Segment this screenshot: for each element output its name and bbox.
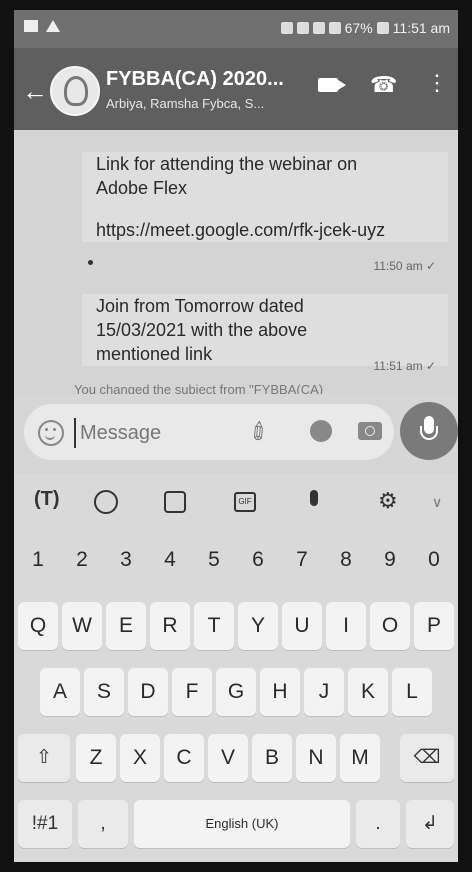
message-input[interactable] — [74, 418, 222, 448]
comma-key[interactable]: , — [78, 800, 128, 848]
status-left — [24, 20, 60, 32]
key[interactable]: 4 — [150, 536, 190, 584]
phone-screen: 67% 11:51 am ← FYBBA(CA) 2020... Arbiya,… — [14, 10, 458, 862]
key[interactable]: N — [296, 734, 336, 782]
camera-icon[interactable] — [358, 422, 382, 440]
key[interactable]: E — [106, 602, 146, 650]
key[interactable]: O — [370, 602, 410, 650]
nfc-icon — [312, 22, 325, 34]
keyboard-toolbar: (T) GIF ⚙ ∨ — [14, 474, 458, 530]
key[interactable]: W — [62, 602, 102, 650]
voice-input-icon[interactable] — [310, 490, 318, 506]
key[interactable]: C — [164, 734, 204, 782]
message-text: Link for attending the webinar on Adobe … — [96, 154, 362, 198]
status-bar: 67% 11:51 am — [14, 10, 458, 48]
key[interactable]: 6 — [238, 536, 278, 584]
key[interactable]: I — [326, 602, 366, 650]
warning-icon — [46, 20, 60, 32]
enter-key-icon[interactable]: ↲ — [406, 800, 454, 848]
backspace-key-icon[interactable]: ⌫ — [400, 734, 454, 782]
qwerty-row: Q W E R T Y U I O P — [14, 602, 458, 652]
key[interactable]: A — [40, 668, 80, 716]
shift-key-icon[interactable]: ⇧ — [18, 734, 70, 782]
more-options-icon[interactable]: ⋮ — [426, 70, 448, 96]
emoji-icon[interactable] — [38, 420, 64, 446]
key[interactable]: 3 — [106, 536, 146, 584]
key[interactable]: T — [194, 602, 234, 650]
phone-call-icon[interactable]: ☎ — [370, 72, 397, 98]
key[interactable]: G — [216, 668, 256, 716]
key[interactable]: V — [208, 734, 248, 782]
key[interactable]: L — [392, 668, 432, 716]
key[interactable]: 9 — [370, 536, 410, 584]
shift-row: ⇧ Z X C V B N M ⌫ — [14, 734, 458, 784]
battery-percent: 67% — [344, 20, 373, 36]
signal-icon — [328, 22, 341, 34]
key[interactable]: Z — [76, 734, 116, 782]
chat-header: ← FYBBA(CA) 2020... Arbiya, Ramsha Fybca… — [14, 48, 458, 130]
status-right: 67% 11:51 am — [280, 20, 450, 36]
key[interactable]: Q — [18, 602, 58, 650]
key[interactable]: S — [84, 668, 124, 716]
sticker-icon[interactable] — [164, 491, 186, 513]
symbols-key[interactable]: !#1 — [18, 800, 72, 848]
collapse-chevron-icon[interactable]: ∨ — [432, 494, 442, 511]
message-bubble[interactable]: Link for attending the webinar on Adobe … — [82, 152, 448, 273]
message-text: Join from Tomorrow dated 15/03/2021 with… — [96, 296, 313, 364]
key[interactable]: H — [260, 668, 300, 716]
key[interactable]: 1 — [18, 536, 58, 584]
key[interactable]: 8 — [326, 536, 366, 584]
clock: 11:51 am — [392, 20, 450, 36]
key[interactable]: R — [150, 602, 190, 650]
battery-icon — [376, 22, 389, 34]
key[interactable]: P — [414, 602, 454, 650]
space-bar[interactable]: English (UK) — [134, 800, 350, 848]
message-time: 11:50 am ✓ — [373, 259, 436, 273]
key[interactable]: D — [128, 668, 168, 716]
message-time: 11:51 am ✓ — [373, 359, 436, 373]
key[interactable]: F — [172, 668, 212, 716]
settings-icon[interactable]: ⚙ — [378, 488, 398, 514]
key[interactable]: X — [120, 734, 160, 782]
translate-icon[interactable]: (T) — [34, 488, 60, 511]
key[interactable]: J — [304, 668, 344, 716]
message-link[interactable]: https://meet.google.com/rfk-jcek-uyz — [96, 218, 448, 242]
voice-message-button[interactable] — [400, 402, 458, 460]
message-bubble[interactable]: Join from Tomorrow dated 15/03/2021 with… — [82, 294, 448, 373]
bottom-row: !#1 , English (UK) . ↲ — [14, 800, 458, 850]
gif-icon[interactable]: GIF — [234, 492, 256, 512]
number-row: 1 2 3 4 5 6 7 8 9 0 — [14, 536, 458, 586]
vibrate-icon — [296, 22, 309, 34]
key[interactable]: M — [340, 734, 380, 782]
keyboard: (T) GIF ⚙ ∨ 1 2 3 4 5 6 7 8 9 0 Q W E R … — [14, 474, 458, 862]
back-arrow-icon[interactable]: ← — [22, 76, 48, 107]
key[interactable]: 7 — [282, 536, 322, 584]
key[interactable]: K — [348, 668, 388, 716]
notification-icon — [24, 20, 38, 32]
composer-bar: ✐ — [14, 394, 458, 474]
message-trailing-dot: . — [88, 260, 93, 265]
key[interactable]: 2 — [62, 536, 102, 584]
message-list[interactable]: Link for attending the webinar on Adobe … — [14, 130, 458, 396]
key[interactable]: B — [252, 734, 292, 782]
message-box: ✐ — [24, 404, 394, 460]
key[interactable]: Y — [238, 602, 278, 650]
period-key[interactable]: . — [356, 800, 400, 848]
key[interactable]: U — [282, 602, 322, 650]
group-avatar[interactable] — [50, 66, 100, 116]
chat-members[interactable]: Arbiya, Ramsha Fybca, S... — [106, 96, 264, 111]
key[interactable]: 5 — [194, 536, 234, 584]
home-row: A S D F G H J K L — [14, 668, 458, 718]
payment-icon[interactable] — [310, 420, 332, 442]
chat-title[interactable]: FYBBA(CA) 2020... — [106, 68, 284, 91]
video-call-icon[interactable] — [318, 78, 346, 92]
emoji-keyboard-icon[interactable] — [94, 490, 118, 514]
paperclip-icon[interactable]: ✐ — [243, 415, 277, 450]
mute-icon — [280, 22, 293, 34]
key[interactable]: 0 — [414, 536, 454, 584]
